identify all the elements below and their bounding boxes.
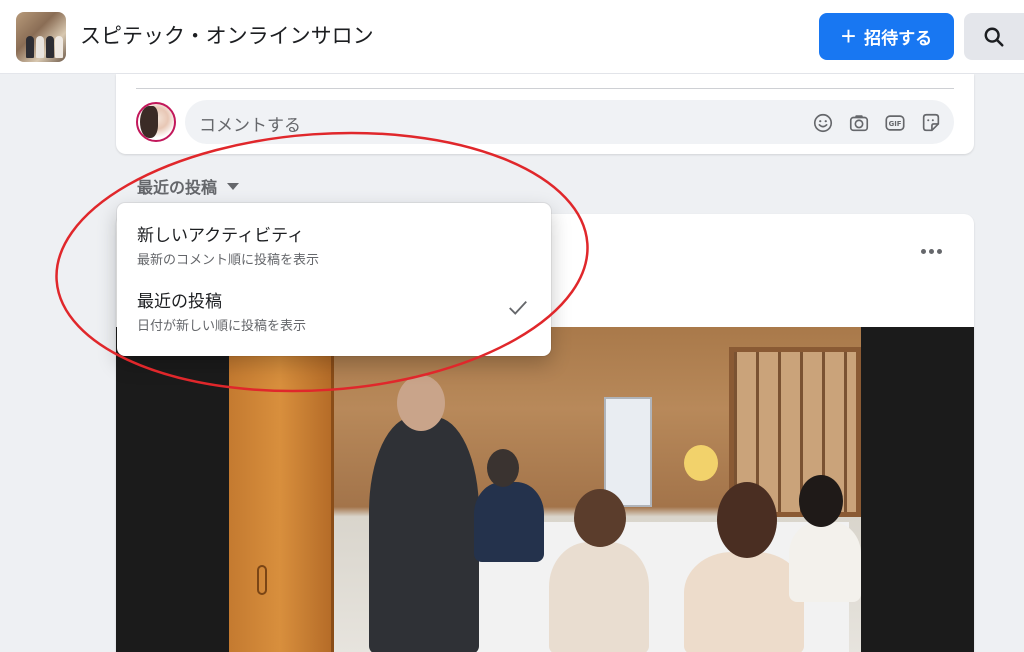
sort-option-recent-posts[interactable]: 最近の投稿 日付が新しい順に投稿を表示 [117, 277, 551, 342]
comment-input[interactable]: コメントする GIF [185, 100, 954, 144]
group-title[interactable]: スピテック・オンラインサロン [80, 20, 374, 52]
sort-option-description: 日付が新しい順に投稿を表示 [137, 319, 307, 334]
checkmark-icon [509, 300, 527, 315]
invite-button[interactable]: + 招待する [819, 13, 954, 60]
invite-button-label: 招待する [864, 29, 933, 48]
avatar[interactable] [136, 102, 176, 142]
search-icon [984, 27, 1004, 47]
more-options-icon [920, 248, 926, 254]
sticker-icon[interactable] [920, 112, 942, 134]
sort-menu: 新しいアクティビティ 最新のコメント順に投稿を表示 最近の投稿 日付が新しい順に… [117, 203, 551, 356]
sort-current-label: 最近の投稿 [137, 178, 218, 197]
more-options-button[interactable] [913, 236, 949, 266]
search-button[interactable] [964, 13, 1024, 60]
photo-image [229, 327, 861, 652]
svg-text:GIF: GIF [889, 120, 902, 128]
divider [136, 88, 954, 89]
group-header: スピテック・オンラインサロン + 招待する [0, 0, 1024, 74]
sort-option-description: 最新のコメント順に投稿を表示 [137, 253, 320, 268]
group-cover-thumbnail[interactable] [16, 12, 66, 62]
gif-icon[interactable]: GIF [884, 112, 906, 134]
sort-option-title: 最近の投稿 [137, 292, 222, 312]
plus-icon: + [840, 20, 857, 51]
chevron-down-icon [227, 182, 240, 190]
post-photo[interactable] [116, 327, 974, 652]
comment-placeholder: コメントする [199, 116, 301, 136]
sort-option-new-activity[interactable]: 新しいアクティビティ 最新のコメント順に投稿を表示 [117, 211, 551, 276]
sort-dropdown-trigger[interactable]: 最近の投稿 [137, 174, 240, 198]
emoji-icon[interactable] [812, 112, 834, 134]
comment-composer-card: コメントする GIF [116, 74, 974, 154]
camera-icon[interactable] [848, 112, 870, 134]
sort-option-title: 新しいアクティビティ [137, 226, 305, 246]
